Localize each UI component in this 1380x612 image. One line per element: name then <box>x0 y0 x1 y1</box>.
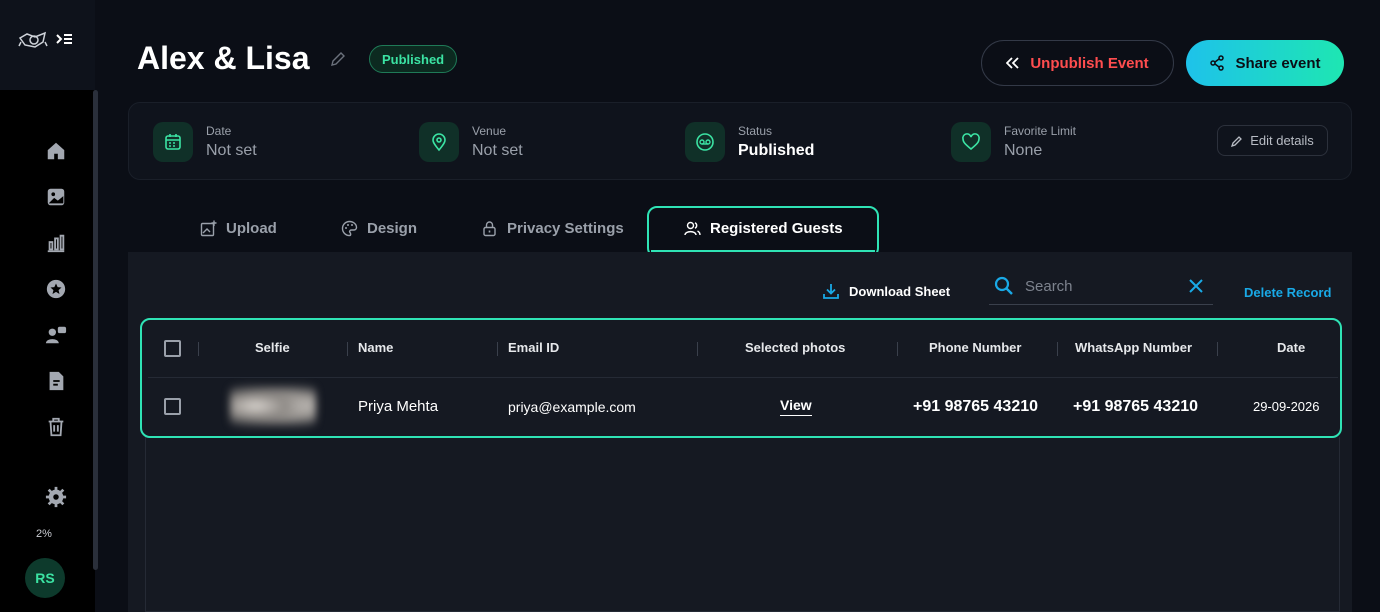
detail-value: Not set <box>206 142 257 159</box>
event-details-card: Date Not set Venue Not set Status Publis… <box>128 102 1352 180</box>
upload-image-icon <box>200 220 217 236</box>
detail-value: Not set <box>472 142 523 159</box>
download-label: Download Sheet <box>849 283 951 299</box>
detail-label: Date <box>206 124 232 138</box>
users-icon <box>684 221 701 235</box>
edit-title-pencil-icon[interactable] <box>330 51 346 67</box>
detail-status: Status Published <box>685 121 814 163</box>
settings-icon <box>45 486 67 508</box>
column-divider <box>1217 342 1218 356</box>
double-chevron-left-icon <box>1006 57 1019 69</box>
cell-name: Priya Mehta <box>358 398 439 415</box>
users-group-icon <box>45 326 67 344</box>
lock-icon <box>483 220 496 236</box>
cell-email: priya@example.com <box>508 399 636 415</box>
download-icon <box>823 284 839 299</box>
storage-usage: 2% <box>36 528 52 540</box>
trash-icon <box>48 417 64 437</box>
share-label: Share event <box>1235 54 1321 72</box>
tab-label: Privacy Settings <box>507 219 624 237</box>
gallery-icon <box>47 188 65 206</box>
edit-details-label: Edit details <box>1250 133 1314 148</box>
detail-favorite-limit: Favorite Limit None <box>951 121 1076 163</box>
search-bar <box>989 270 1213 305</box>
cell-phone: +91 98765 43210 <box>913 398 1039 415</box>
search-icon <box>994 276 1013 295</box>
detail-value: None <box>1004 142 1043 159</box>
tab-label: Upload <box>226 219 277 237</box>
sidebar-scrollbar[interactable] <box>93 90 98 570</box>
nav-documents[interactable] <box>44 369 68 393</box>
select-all-checkbox[interactable] <box>164 340 181 357</box>
header-selfie: Selfie <box>255 340 290 355</box>
detail-label: Venue <box>472 124 507 138</box>
header-selected-photos: Selected photos <box>745 340 846 355</box>
download-sheet-button[interactable]: Download Sheet <box>822 282 950 300</box>
nav-home[interactable] <box>44 139 68 163</box>
nav-favorites[interactable] <box>44 277 68 301</box>
tab-design[interactable]: Design <box>341 214 417 242</box>
column-divider <box>697 342 698 356</box>
column-divider <box>1057 342 1058 356</box>
column-divider <box>497 342 498 356</box>
unpublish-label: Unpublish Event <box>1030 54 1149 72</box>
star-icon <box>46 279 66 299</box>
nav-gallery[interactable] <box>44 185 68 209</box>
tab-upload[interactable]: Upload <box>200 214 277 242</box>
share-event-button[interactable]: Share event <box>1186 40 1344 86</box>
column-divider <box>347 342 348 356</box>
nav-settings[interactable] <box>44 485 68 509</box>
palette-icon <box>341 220 358 236</box>
share-icon <box>1210 55 1225 71</box>
close-icon[interactable] <box>1187 277 1205 295</box>
header-row-divider <box>148 377 1338 378</box>
table-empty-area <box>145 437 1340 612</box>
avatar[interactable]: RS <box>25 558 65 598</box>
home-icon <box>47 142 65 160</box>
nav-users[interactable] <box>44 323 68 347</box>
search-input[interactable] <box>1025 274 1175 298</box>
detail-label: Status <box>738 124 773 138</box>
status-icon <box>696 133 714 151</box>
edit-details-button[interactable]: Edit details <box>1217 125 1328 156</box>
unpublish-event-button[interactable]: Unpublish Event <box>981 40 1174 86</box>
menu-collapse-icon[interactable] <box>55 32 73 48</box>
row-checkbox[interactable] <box>164 398 181 415</box>
cell-date: 29-09-2026 <box>1253 399 1320 414</box>
header-name: Name <box>358 340 394 355</box>
guests-table <box>140 318 1342 438</box>
tab-label: Registered Guests <box>710 219 843 237</box>
status-badge: Published <box>369 45 458 73</box>
logo-icon <box>18 31 48 48</box>
app-root: 2% RS Alex & Lisa Published Unpublish Ev… <box>0 0 1380 612</box>
pencil-icon <box>1231 135 1243 147</box>
nav-analytics[interactable] <box>44 231 68 255</box>
column-divider <box>897 342 898 356</box>
page-title: Alex & Lisa <box>137 40 310 76</box>
detail-label: Favorite Limit <box>1004 124 1077 138</box>
calendar-icon <box>165 134 181 150</box>
tab-privacy-settings[interactable]: Privacy Settings <box>481 214 624 242</box>
nav-trash[interactable] <box>44 415 68 439</box>
document-icon <box>49 371 64 391</box>
header-whatsapp: WhatsApp Number <box>1075 340 1192 355</box>
sidebar-header <box>0 0 95 90</box>
delete-record-button[interactable]: Delete Record <box>1244 285 1331 300</box>
detail-date: Date Not set <box>153 121 257 163</box>
header-phone: Phone Number <box>929 340 1022 355</box>
header-email: Email ID <box>508 340 560 355</box>
selfie-thumbnail[interactable] <box>230 383 316 429</box>
header-date: Date <box>1277 340 1306 355</box>
analytics-icon <box>47 234 65 253</box>
column-divider <box>198 342 199 356</box>
detail-venue: Venue Not set <box>419 121 523 163</box>
tab-label: Design <box>367 219 418 237</box>
location-pin-icon <box>432 133 446 152</box>
view-selected-photos-link[interactable]: View <box>780 397 812 416</box>
detail-value: Published <box>738 142 815 159</box>
cell-whatsapp: +91 98765 43210 <box>1073 398 1199 415</box>
tab-registered-guests[interactable]: Registered Guests <box>684 214 843 242</box>
heart-icon <box>962 133 980 151</box>
